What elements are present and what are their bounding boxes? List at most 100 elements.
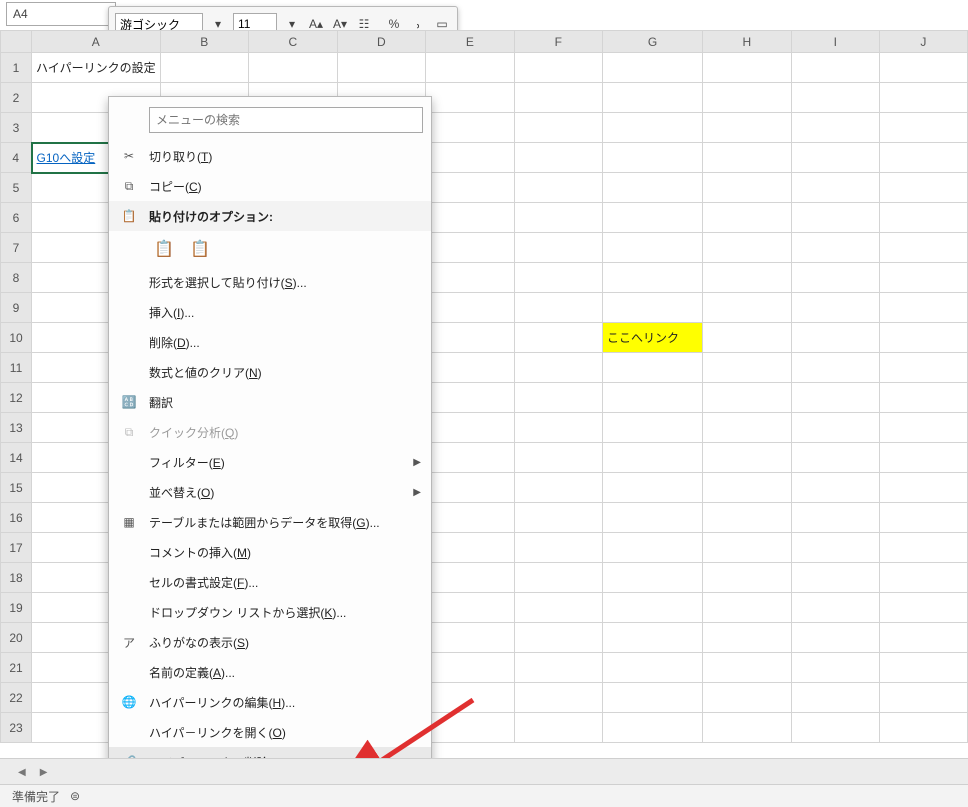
cell-G15[interactable]: [602, 473, 702, 503]
cell-G9[interactable]: [602, 293, 702, 323]
col-header-A[interactable]: A: [32, 31, 161, 53]
cell-J7[interactable]: [879, 233, 967, 263]
cell-J14[interactable]: [879, 443, 967, 473]
row-header-2[interactable]: 2: [1, 83, 32, 113]
col-header-D[interactable]: D: [337, 31, 426, 53]
cell-G7[interactable]: [602, 233, 702, 263]
cell-J21[interactable]: [879, 653, 967, 683]
row-header-13[interactable]: 13: [1, 413, 32, 443]
col-header-B[interactable]: B: [160, 31, 248, 53]
cell-H15[interactable]: [703, 473, 792, 503]
row-header-19[interactable]: 19: [1, 593, 32, 623]
row-header-20[interactable]: 20: [1, 623, 32, 653]
cell-J16[interactable]: [879, 503, 967, 533]
cell-F23[interactable]: [514, 713, 602, 743]
menu-item-数式と値のクリアN[interactable]: 数式と値のクリア(N): [109, 357, 431, 387]
cell-G12[interactable]: [602, 383, 702, 413]
row-header-12[interactable]: 12: [1, 383, 32, 413]
cell-E2[interactable]: [426, 83, 514, 113]
cell-F15[interactable]: [514, 473, 602, 503]
cell-J12[interactable]: [879, 383, 967, 413]
cell-H12[interactable]: [703, 383, 792, 413]
cell-H20[interactable]: [703, 623, 792, 653]
cell-F18[interactable]: [514, 563, 602, 593]
menu-item-テブルまたは範囲からデタ[interactable]: ▦テーブルまたは範囲からデータを取得(G)...: [109, 507, 431, 537]
cell-I13[interactable]: [791, 413, 879, 443]
cell-E22[interactable]: [426, 683, 514, 713]
cell-J2[interactable]: [879, 83, 967, 113]
cell-H7[interactable]: [703, 233, 792, 263]
cell-H19[interactable]: [703, 593, 792, 623]
menu-item-コピC[interactable]: ⧉コピー(C): [109, 171, 431, 201]
cell-E6[interactable]: [426, 203, 514, 233]
cell-G5[interactable]: [602, 173, 702, 203]
paste-option-1-icon[interactable]: 📋: [189, 237, 211, 261]
cell-I8[interactable]: [791, 263, 879, 293]
cell-H14[interactable]: [703, 443, 792, 473]
cell-F9[interactable]: [514, 293, 602, 323]
cell-I6[interactable]: [791, 203, 879, 233]
cell-I19[interactable]: [791, 593, 879, 623]
cell-I16[interactable]: [791, 503, 879, 533]
cell-G23[interactable]: [602, 713, 702, 743]
tab-next-icon[interactable]: ▶: [40, 767, 48, 778]
cell-I21[interactable]: [791, 653, 879, 683]
row-header-22[interactable]: 22: [1, 683, 32, 713]
cell-I14[interactable]: [791, 443, 879, 473]
cell-H2[interactable]: [703, 83, 792, 113]
cell-I23[interactable]: [791, 713, 879, 743]
menu-item-セルの書式設定F[interactable]: セルの書式設定(F)...: [109, 567, 431, 597]
menu-item-並べ替えO[interactable]: 並べ替え(O)▶: [109, 477, 431, 507]
cell-E14[interactable]: [426, 443, 514, 473]
row-header-21[interactable]: 21: [1, 653, 32, 683]
cell-J4[interactable]: [879, 143, 967, 173]
cell-H21[interactable]: [703, 653, 792, 683]
cell-G20[interactable]: [602, 623, 702, 653]
cell-E11[interactable]: [426, 353, 514, 383]
cell-F5[interactable]: [514, 173, 602, 203]
cell-F22[interactable]: [514, 683, 602, 713]
cell-E8[interactable]: [426, 263, 514, 293]
cell-J3[interactable]: [879, 113, 967, 143]
cell-F19[interactable]: [514, 593, 602, 623]
cell-H5[interactable]: [703, 173, 792, 203]
col-header-F[interactable]: F: [514, 31, 602, 53]
cell-F10[interactable]: [514, 323, 602, 353]
cell-E17[interactable]: [426, 533, 514, 563]
cell-G14[interactable]: [602, 443, 702, 473]
menu-item-削除D[interactable]: 削除(D)...: [109, 327, 431, 357]
cell-J6[interactable]: [879, 203, 967, 233]
cell-I10[interactable]: [791, 323, 879, 353]
cell-J23[interactable]: [879, 713, 967, 743]
cell-F14[interactable]: [514, 443, 602, 473]
cell-I11[interactable]: [791, 353, 879, 383]
cell-J13[interactable]: [879, 413, 967, 443]
cell-J5[interactable]: [879, 173, 967, 203]
menu-item-フィルタE[interactable]: フィルター(E)▶: [109, 447, 431, 477]
cell-G17[interactable]: [602, 533, 702, 563]
menu-item-名前の定義A[interactable]: 名前の定義(A)...: [109, 657, 431, 687]
cell-F16[interactable]: [514, 503, 602, 533]
menu-search-input[interactable]: [149, 107, 423, 133]
menu-item-ハイパリンクの編集H[interactable]: 🌐ハイパーリンクの編集(H)...: [109, 687, 431, 717]
col-header-G[interactable]: G: [602, 31, 702, 53]
cell-I4[interactable]: [791, 143, 879, 173]
cell-E5[interactable]: [426, 173, 514, 203]
menu-item-ハイパリンクを開くO[interactable]: ハイパ－リンクを開く(O): [109, 717, 431, 747]
row-header-8[interactable]: 8: [1, 263, 32, 293]
cell-H22[interactable]: [703, 683, 792, 713]
cell-D1[interactable]: [337, 53, 426, 83]
cell-E10[interactable]: [426, 323, 514, 353]
cell-I17[interactable]: [791, 533, 879, 563]
cell-J22[interactable]: [879, 683, 967, 713]
cell-F21[interactable]: [514, 653, 602, 683]
menu-item-ふりがなの表示S[interactable]: アふりがなの表示(S): [109, 627, 431, 657]
cell-J15[interactable]: [879, 473, 967, 503]
cell-I22[interactable]: [791, 683, 879, 713]
cell-H9[interactable]: [703, 293, 792, 323]
cell-J8[interactable]: [879, 263, 967, 293]
cell-C1[interactable]: [249, 53, 338, 83]
col-header-J[interactable]: J: [879, 31, 967, 53]
cell-J10[interactable]: [879, 323, 967, 353]
cell-E3[interactable]: [426, 113, 514, 143]
